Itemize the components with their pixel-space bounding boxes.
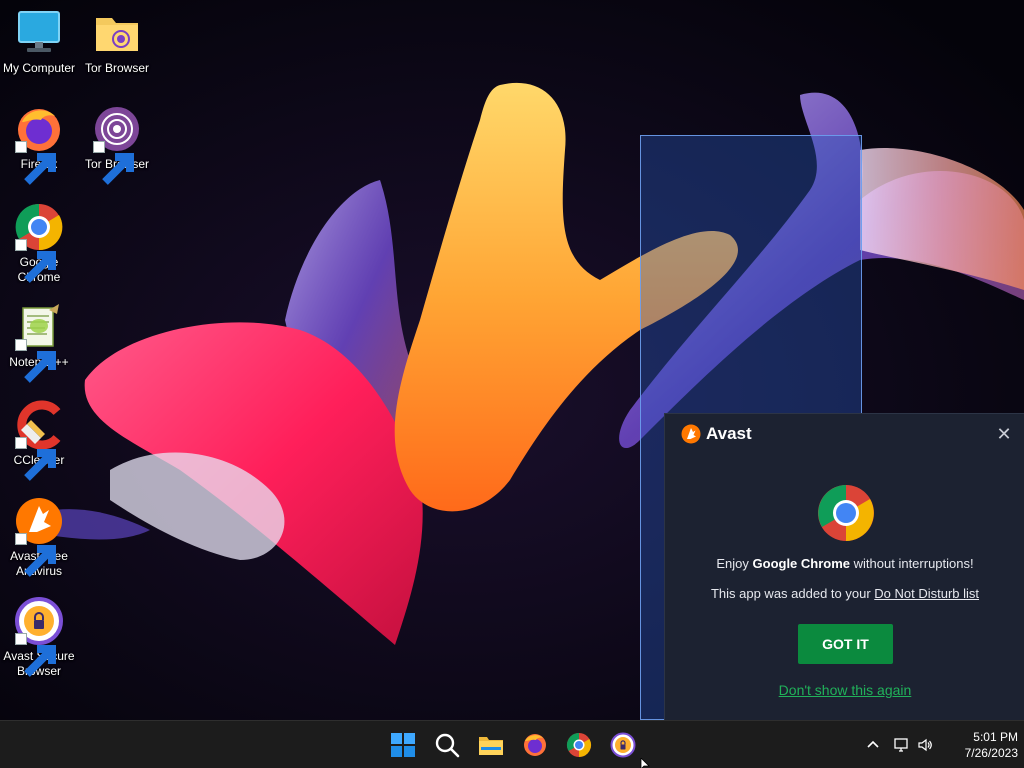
clock-time: 5:01 PM	[973, 730, 1018, 744]
folder-icon	[91, 8, 143, 58]
desktop-icon-ccleaner[interactable]: CCleaner	[0, 400, 78, 481]
chrome-icon	[13, 202, 65, 283]
desktop[interactable]: My Computer Tor Browser Firefox Tor Brow…	[0, 0, 1024, 768]
network-icon	[894, 738, 908, 752]
avast-icon	[13, 496, 65, 577]
mouse-pointer-icon	[640, 758, 650, 768]
msg1-prefix: Enjoy	[716, 556, 753, 571]
avast-secure-browser-icon	[13, 596, 65, 677]
chrome-taskbar-button[interactable]	[561, 727, 597, 763]
dont-show-again-link[interactable]: Don't show this again	[665, 682, 1024, 698]
avast-browser-taskbar-button[interactable]	[605, 727, 641, 763]
msg1-suffix: without interruptions!	[850, 556, 974, 571]
taskbar-clock[interactable]: 5:01 PM 7/26/2023	[946, 729, 1018, 761]
desktop-icon-tor-browser[interactable]: Tor Browser	[78, 104, 156, 185]
desktop-icon-label: Tor Browser	[84, 61, 149, 75]
desktop-icon-my-computer[interactable]: My Computer	[0, 8, 78, 76]
volume-tray-button[interactable]	[914, 733, 936, 757]
avast-message-added: This app was added to your Do Not Distur…	[665, 586, 1024, 601]
desktop-icon-google-chrome[interactable]: Google Chrome	[0, 202, 78, 285]
folder-icon	[479, 737, 503, 755]
notepad-plus-plus-icon	[13, 302, 65, 383]
taskbar: 5:01 PM 7/26/2023	[0, 720, 1024, 768]
desktop-icon-firefox[interactable]: Firefox	[0, 104, 78, 185]
avast-notification-popup: Avast ✕ Enjoy Google Chrome without inte…	[664, 413, 1024, 720]
start-button[interactable]	[385, 727, 421, 763]
got-it-button[interactable]: GOT IT	[798, 624, 893, 664]
avast-logo-icon	[681, 424, 701, 444]
chrome-icon	[818, 485, 874, 541]
close-icon[interactable]: ✕	[994, 424, 1014, 444]
tor-browser-icon	[91, 104, 143, 185]
ccleaner-icon	[13, 400, 65, 481]
firefox-icon	[524, 734, 546, 756]
avast-secure-browser-icon	[610, 732, 636, 758]
shortcut-arrow-icon	[15, 239, 56, 283]
firefox-taskbar-button[interactable]	[517, 727, 553, 763]
shortcut-arrow-icon	[93, 141, 134, 185]
avast-message-enjoy: Enjoy Google Chrome without interruption…	[665, 556, 1024, 571]
chevron-up-icon	[867, 740, 879, 748]
shortcut-arrow-icon	[15, 633, 56, 677]
file-explorer-button[interactable]	[473, 727, 509, 763]
search-button[interactable]	[429, 727, 465, 763]
msg2-prefix: This app was added to your	[710, 586, 875, 601]
msg1-app-name: Google Chrome	[752, 556, 851, 571]
clock-date: 7/26/2023	[964, 746, 1018, 760]
avast-brand-label: Avast	[706, 424, 752, 443]
chrome-icon	[566, 733, 592, 757]
monitor-icon	[13, 8, 65, 58]
desktop-icon-tor-browser-folder[interactable]: Tor Browser	[78, 8, 156, 76]
avast-header: Avast	[681, 424, 752, 444]
firefox-icon	[13, 104, 65, 185]
volume-icon	[918, 738, 932, 752]
network-tray-button[interactable]	[890, 733, 912, 757]
desktop-icon-avast-secure-browser[interactable]: Avast Secure Browser	[0, 596, 78, 679]
desktop-icon-label: My Computer	[2, 61, 76, 75]
shortcut-arrow-icon	[15, 437, 56, 481]
show-hidden-icons-button[interactable]	[862, 733, 884, 757]
desktop-icon-notepad-plus-plus[interactable]: Notepad++	[0, 302, 78, 383]
shortcut-arrow-icon	[15, 533, 56, 577]
shortcut-arrow-icon	[15, 141, 56, 185]
desktop-icon-avast-free-antivirus[interactable]: Avast Free Antivirus	[0, 496, 78, 579]
do-not-disturb-list-link[interactable]: Do Not Disturb list	[874, 586, 979, 601]
windows-logo-icon	[391, 733, 415, 757]
shortcut-arrow-icon	[15, 339, 56, 383]
search-icon	[435, 733, 460, 758]
